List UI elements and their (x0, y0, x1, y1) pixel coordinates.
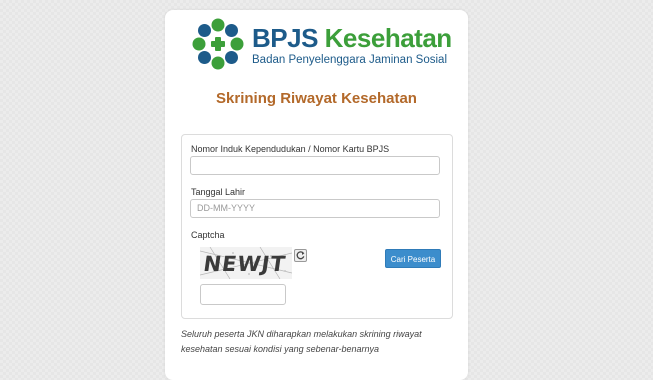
search-form: Nomor Induk Kependudukan / Nomor Kartu B… (181, 134, 453, 319)
brand-name: BPJS Kesehatan (252, 24, 452, 52)
dob-label: Tanggal Lahir (191, 187, 246, 197)
page-title: Skrining Riwayat Kesehatan (216, 90, 417, 107)
captcha-input[interactable] (200, 284, 286, 305)
captcha-image: NEWJT (200, 247, 292, 279)
refresh-icon[interactable] (294, 249, 307, 262)
login-card: BPJS Kesehatan Badan Penyelenggara Jamin… (165, 10, 468, 380)
captcha-text: NEWJT (202, 251, 288, 276)
search-participant-button[interactable]: Cari Peserta (385, 249, 441, 268)
dob-input[interactable]: DD-MM-YYYY (190, 199, 440, 218)
brand-name-kesehatan: Kesehatan (324, 23, 453, 53)
brand-name-bpjs: BPJS (252, 23, 318, 53)
instruction-note: Seluruh peserta JKN diharapkan melakukan… (181, 329, 422, 354)
brand-text: BPJS Kesehatan Badan Penyelenggara Jamin… (252, 24, 452, 66)
brand-tagline: Badan Penyelenggara Jaminan Sosial (252, 54, 447, 66)
brand-logo: BPJS Kesehatan Badan Penyelenggara Jamin… (192, 18, 452, 74)
nik-input[interactable] (190, 156, 440, 175)
bpjs-logo-icon (192, 18, 244, 70)
captcha-label: Captcha (191, 230, 225, 240)
nik-label: Nomor Induk Kependudukan / Nomor Kartu B… (191, 144, 390, 154)
